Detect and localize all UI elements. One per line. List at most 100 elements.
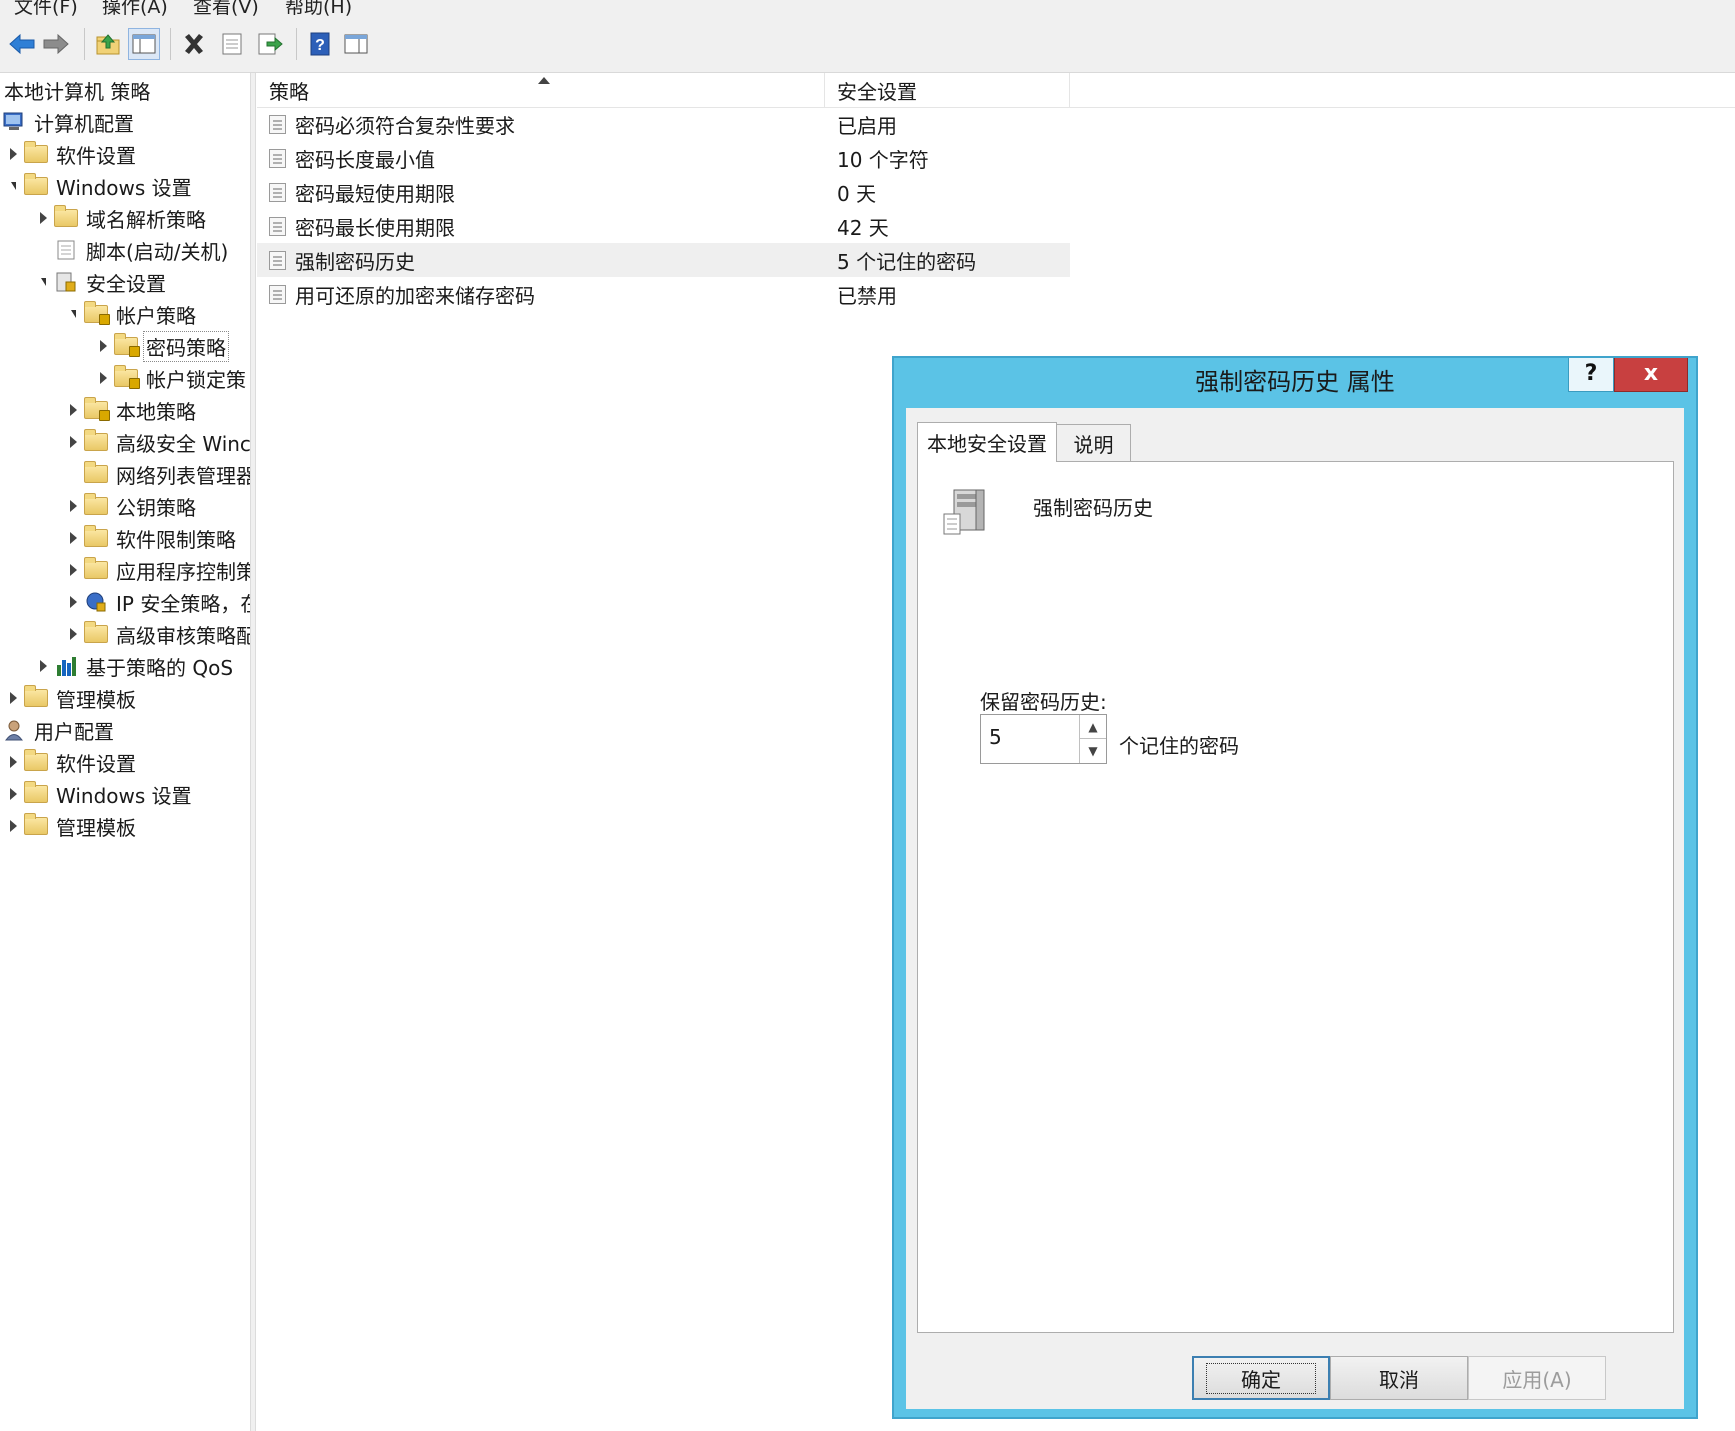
- toolbar-separator: [84, 28, 85, 60]
- expand-arrow-icon[interactable]: [6, 691, 20, 705]
- security-icon: [54, 271, 78, 293]
- back-icon[interactable]: [6, 28, 38, 60]
- folder-icon: [54, 205, 78, 229]
- spin-up-icon[interactable]: ▲: [1080, 715, 1106, 739]
- menu-help[interactable]: 帮助(H): [285, 0, 352, 18]
- tab-local-security-setting[interactable]: 本地安全设置: [917, 422, 1057, 462]
- properties-icon[interactable]: [216, 28, 248, 60]
- script-icon: [54, 239, 78, 261]
- tree-node-account-lockout-policy[interactable]: 帐户锁定策: [96, 363, 248, 393]
- tree-node-public-key-policies[interactable]: 公钥策略: [66, 491, 198, 521]
- column-header-security-setting[interactable]: 安全设置: [825, 73, 1070, 107]
- tree-node-application-control[interactable]: 应用程序控制策: [66, 555, 250, 585]
- help-icon[interactable]: ?: [304, 28, 336, 60]
- table-row[interactable]: 用可还原的加密来储存密码 已禁用: [257, 277, 1070, 311]
- close-button[interactable]: x: [1614, 358, 1688, 392]
- policy-item-icon: [269, 285, 286, 304]
- tree-node-name-resolution-policy[interactable]: 域名解析策略: [36, 203, 208, 233]
- list-header: 策略 安全设置: [257, 73, 1735, 108]
- tree-node-admin-templates[interactable]: 管理模板: [6, 683, 138, 713]
- policy-item-icon: [269, 217, 286, 236]
- tree-node-user-config[interactable]: 用户配置: [2, 715, 116, 745]
- folder-icon: [84, 493, 108, 517]
- policy-name: 强制密码历史: [1033, 496, 1153, 520]
- folder-lock-icon: [114, 333, 140, 357]
- history-count-stepper[interactable]: 5 ▲ ▼: [980, 714, 1107, 764]
- folder-icon: [84, 525, 108, 549]
- expand-arrow-icon[interactable]: [36, 211, 50, 225]
- tree-node-local-policies[interactable]: 本地策略: [66, 395, 198, 425]
- menu-file[interactable]: 文件(F): [14, 0, 78, 18]
- folder-icon: [84, 429, 108, 453]
- toolbar: ?: [0, 18, 1735, 73]
- expand-arrow-icon[interactable]: [66, 403, 80, 417]
- expand-arrow-icon[interactable]: [36, 659, 50, 673]
- cancel-button[interactable]: 取消: [1330, 1356, 1468, 1400]
- export-icon[interactable]: [254, 28, 286, 60]
- tree-node-user-admin-templates[interactable]: 管理模板: [6, 811, 138, 841]
- collapse-arrow-icon[interactable]: [6, 179, 20, 193]
- tree-node-ip-security[interactable]: IP 安全策略，在: [66, 587, 250, 617]
- apply-button[interactable]: 应用(A): [1468, 1356, 1606, 1400]
- expand-arrow-icon[interactable]: [96, 339, 110, 353]
- table-row[interactable]: 密码最长使用期限 42 天: [257, 209, 1070, 243]
- tree-root-label: 本地计算机 策略: [4, 79, 151, 104]
- tree-node-software-settings[interactable]: 软件设置: [6, 139, 138, 169]
- folder-icon: [24, 749, 48, 773]
- table-row[interactable]: 密码最短使用期限 0 天: [257, 175, 1070, 209]
- tree-node-account-policies[interactable]: 帐户策略: [66, 299, 198, 329]
- pane-splitter[interactable]: [250, 73, 256, 1431]
- expand-arrow-icon[interactable]: [66, 499, 80, 513]
- collapse-arrow-icon[interactable]: [36, 275, 50, 289]
- spin-down-icon[interactable]: ▼: [1080, 739, 1106, 763]
- expand-arrow-icon[interactable]: [66, 531, 80, 545]
- expand-arrow-icon[interactable]: [6, 147, 20, 161]
- computer-icon: [2, 111, 26, 133]
- ip-security-icon: [84, 591, 108, 613]
- tree-node-computer-config[interactable]: 计算机配置: [2, 107, 136, 137]
- tree-node-software-restriction[interactable]: 软件限制策略: [66, 523, 238, 553]
- help-button[interactable]: ?: [1568, 358, 1614, 392]
- ok-button[interactable]: 确定: [1192, 1356, 1330, 1400]
- toolbar-separator: [170, 28, 171, 60]
- forward-icon[interactable]: [40, 28, 72, 60]
- expand-arrow-icon[interactable]: [66, 563, 80, 577]
- table-row-selected[interactable]: 强制密码历史 5 个记住的密码: [257, 243, 1070, 277]
- table-row[interactable]: 密码长度最小值 10 个字符: [257, 141, 1070, 175]
- tree-node-advanced-firewall[interactable]: 高级安全 Winc: [66, 427, 250, 457]
- collapse-arrow-icon[interactable]: [66, 307, 80, 321]
- tree-node-user-software-settings[interactable]: 软件设置: [6, 747, 138, 777]
- tree-node-password-policy[interactable]: 密码策略: [96, 330, 229, 362]
- tree-node-network-list-manager[interactable]: 网络列表管理器: [84, 459, 250, 489]
- dialog-body: 本地安全设置 说明 强制密码历史 保留密码历史: 5 ▲ ▼ 个记住的密码 确定…: [906, 408, 1684, 1409]
- show-hide-action-pane-icon[interactable]: [340, 28, 372, 60]
- expand-arrow-icon[interactable]: [96, 371, 110, 385]
- tree-node-windows-settings[interactable]: Windows 设置: [6, 171, 194, 201]
- expand-arrow-icon[interactable]: [6, 755, 20, 769]
- expand-arrow-icon[interactable]: [6, 787, 20, 801]
- expand-arrow-icon[interactable]: [66, 627, 80, 641]
- tree-node-advanced-audit[interactable]: 高级审核策略配: [66, 619, 250, 649]
- policy-item-icon: [269, 251, 286, 270]
- delete-icon[interactable]: [178, 28, 210, 60]
- properties-dialog: 强制密码历史 属性 ? x 本地安全设置 说明 强制密码历史 保留密码历史: 5…: [892, 356, 1698, 1419]
- expand-arrow-icon[interactable]: [66, 595, 80, 609]
- tree-node-security-settings[interactable]: 安全设置: [36, 267, 168, 297]
- expand-arrow-icon[interactable]: [6, 819, 20, 833]
- tree-node-policy-qos[interactable]: 基于策略的 QoS: [36, 651, 235, 681]
- tab-explain[interactable]: 说明: [1057, 424, 1131, 462]
- tree-root[interactable]: 本地计算机 策略: [2, 75, 152, 105]
- history-unit-label: 个记住的密码: [1119, 734, 1239, 758]
- server-policy-icon: [940, 486, 990, 542]
- table-row[interactable]: 密码必须符合复杂性要求 已启用: [257, 107, 1070, 141]
- up-folder-icon[interactable]: [92, 28, 124, 60]
- history-count-input[interactable]: 5: [989, 725, 1002, 749]
- menu-action[interactable]: 操作(A): [102, 0, 168, 18]
- expand-arrow-icon[interactable]: [66, 435, 80, 449]
- show-hide-tree-icon[interactable]: [128, 28, 160, 60]
- qos-chart-icon: [54, 655, 78, 677]
- tree-node-scripts[interactable]: 脚本(启动/关机): [54, 235, 230, 265]
- folder-icon: [24, 813, 48, 837]
- tree-node-user-windows-settings[interactable]: Windows 设置: [6, 779, 194, 809]
- menu-view[interactable]: 查看(V): [193, 0, 259, 18]
